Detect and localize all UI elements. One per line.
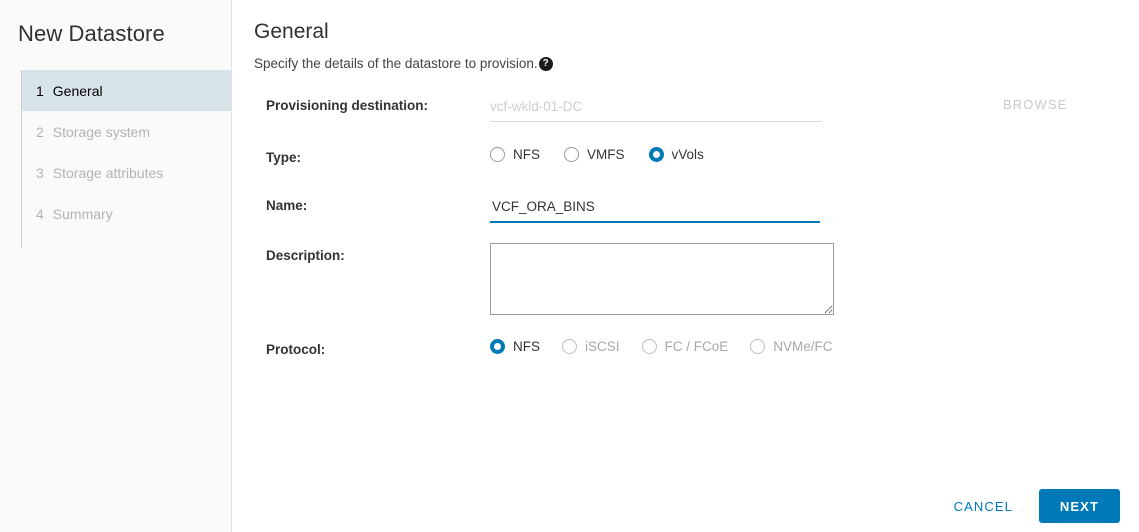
- control-name: [490, 193, 1139, 223]
- general-form: Provisioning destination: BROWSE Type: N…: [232, 71, 1139, 377]
- radio-circle-selected-icon: [490, 339, 505, 354]
- step-number-3: 3: [36, 164, 44, 181]
- label-description: Description:: [266, 248, 345, 263]
- protocol-radio-group: NFS iSCSI FC / FCoE NVMe/FC: [490, 337, 1139, 354]
- row-type: Type: NFS VMFS vVols: [266, 145, 1139, 193]
- step-label-summary: Summary: [52, 205, 113, 222]
- control-provisioning-destination: BROWSE: [490, 93, 1139, 122]
- radio-label-protocol-iscsi: iSCSI: [585, 339, 620, 354]
- radio-protocol-nfs[interactable]: NFS: [490, 339, 540, 354]
- radio-label-protocol-nfs: NFS: [513, 339, 540, 354]
- page-subtitle-row: Specify the details of the datastore to …: [232, 45, 1139, 71]
- step-label-storage-attributes: Storage attributes: [52, 164, 164, 181]
- help-circle-icon[interactable]: ?: [538, 56, 553, 71]
- radio-type-vvols[interactable]: vVols: [648, 147, 704, 162]
- row-name: Name:: [266, 193, 1139, 243]
- step-label-storage-system: Storage system: [52, 123, 151, 140]
- radio-circle-icon: [490, 147, 505, 162]
- name-input[interactable]: [490, 193, 820, 223]
- provisioning-destination-input[interactable]: [490, 93, 822, 122]
- control-description: [490, 243, 1139, 315]
- step-number-2: 2: [36, 123, 44, 140]
- row-protocol: Protocol: NFS iSCSI FC / FCoE NVMe/FC: [266, 337, 1139, 377]
- radio-protocol-fc-fcoe[interactable]: FC / FCoE: [641, 339, 729, 354]
- radio-label-type-vmfs: VMFS: [587, 147, 625, 162]
- label-type: Type:: [266, 150, 302, 165]
- radio-label-protocol-fc-fcoe: FC / FCoE: [664, 339, 729, 354]
- page-subtitle: Specify the details of the datastore to …: [254, 56, 538, 71]
- radio-label-type-nfs: NFS: [513, 147, 540, 162]
- radio-circle-icon: [562, 339, 577, 354]
- type-radio-group: NFS VMFS vVols: [490, 145, 1139, 162]
- control-protocol: NFS iSCSI FC / FCoE NVMe/FC: [490, 337, 1139, 354]
- next-button[interactable]: NEXT: [1038, 489, 1120, 523]
- radio-type-nfs[interactable]: NFS: [490, 147, 540, 162]
- radio-protocol-iscsi[interactable]: iSCSI: [562, 339, 620, 354]
- radio-protocol-nvme-fc[interactable]: NVMe/FC: [750, 339, 833, 354]
- sidebar-item-storage-system[interactable]: 2 Storage system: [22, 111, 231, 152]
- description-textarea[interactable]: [490, 243, 834, 315]
- radio-label-protocol-nvme-fc: NVMe/FC: [773, 339, 833, 354]
- row-provisioning-destination: Provisioning destination: BROWSE: [266, 93, 1139, 145]
- sidebar-item-general[interactable]: 1 General: [22, 70, 231, 111]
- cancel-button[interactable]: CANCEL: [940, 491, 1027, 522]
- nav-rail-divider: [21, 70, 22, 248]
- radio-type-vmfs[interactable]: VMFS: [564, 147, 625, 162]
- wizard-title: New Datastore: [18, 21, 165, 46]
- radio-label-type-vvols: vVols: [671, 147, 704, 162]
- wizard-step-nav: 1 General 2 Storage system 3 Storage att…: [0, 70, 231, 248]
- wizard-footer: CANCEL NEXT: [940, 489, 1120, 523]
- label-provisioning-destination: Provisioning destination:: [266, 98, 429, 113]
- step-number-1: 1: [36, 82, 44, 99]
- label-protocol: Protocol:: [266, 342, 326, 357]
- step-label-general: General: [52, 82, 103, 99]
- radio-circle-icon: [750, 339, 766, 354]
- radio-circle-icon: [641, 339, 657, 354]
- control-type: NFS VMFS vVols: [490, 145, 1139, 162]
- label-name: Name:: [266, 198, 308, 213]
- row-description: Description:: [266, 243, 1139, 337]
- browse-button[interactable]: BROWSE: [1003, 97, 1067, 112]
- new-datastore-wizard: New Datastore 1 General 2 Storage system…: [0, 0, 1139, 532]
- radio-circle-selected-icon: [648, 147, 664, 162]
- wizard-sidebar: New Datastore 1 General 2 Storage system…: [0, 0, 232, 532]
- page-title: General: [254, 20, 329, 43]
- step-number-4: 4: [36, 205, 44, 222]
- wizard-main-panel: General Specify the details of the datas…: [232, 0, 1139, 532]
- sidebar-item-summary[interactable]: 4 Summary: [22, 193, 231, 234]
- radio-circle-icon: [564, 147, 579, 162]
- sidebar-item-storage-attributes[interactable]: 3 Storage attributes: [22, 152, 231, 193]
